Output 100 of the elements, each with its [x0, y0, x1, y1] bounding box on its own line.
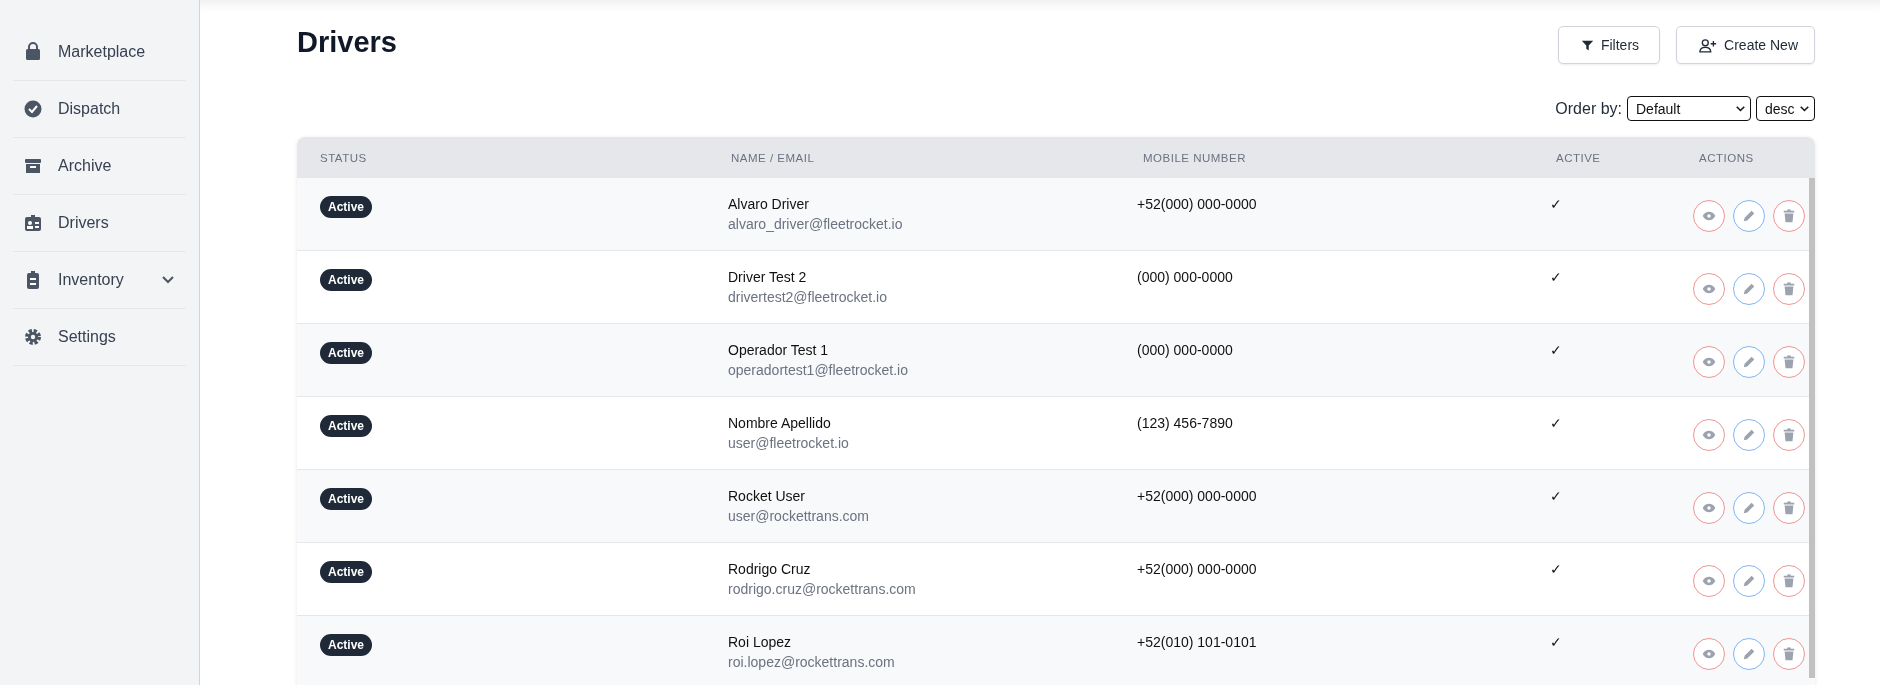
trash-icon — [1782, 574, 1796, 588]
edit-button[interactable] — [1733, 346, 1765, 378]
driver-name: Nombre Apellido — [728, 415, 831, 431]
scrollbar[interactable] — [1809, 178, 1815, 678]
edit-button[interactable] — [1733, 492, 1765, 524]
page-title: Drivers — [297, 26, 397, 59]
column-header: MOBILE NUMBER — [1142, 151, 1247, 164]
view-button[interactable] — [1693, 200, 1725, 232]
status-badge: Active — [320, 561, 373, 583]
mobile-number: (000) 000-0000 — [1137, 342, 1233, 358]
delete-button[interactable] — [1773, 419, 1805, 451]
pencil-icon — [1742, 282, 1756, 296]
pencil-icon — [1742, 209, 1756, 223]
trash-icon — [1782, 209, 1796, 223]
delete-button[interactable] — [1773, 638, 1805, 670]
archive-icon — [23, 156, 43, 176]
eye-icon — [1702, 355, 1716, 369]
active-checkmark: ✓ — [1550, 561, 1562, 577]
mobile-number: +52(010) 101-0101 — [1137, 634, 1257, 650]
driver-name: Rodrigo Cruz — [728, 561, 811, 577]
driver-email: user@rockettrans.com — [728, 508, 870, 524]
pencil-icon — [1742, 574, 1756, 588]
order-field-select[interactable]: Default — [1627, 96, 1751, 121]
view-button[interactable] — [1693, 419, 1725, 451]
active-checkmark: ✓ — [1550, 415, 1562, 431]
trash-icon — [1782, 282, 1796, 296]
active-checkmark: ✓ — [1550, 488, 1562, 504]
nav-item[interactable]: Drivers — [13, 195, 186, 252]
active-checkmark: ✓ — [1550, 269, 1562, 285]
delete-button[interactable] — [1773, 565, 1805, 597]
view-button[interactable] — [1693, 346, 1725, 378]
funnel-icon — [1580, 38, 1594, 52]
id-card-icon — [23, 213, 43, 233]
column-header: ACTIONS — [1699, 151, 1755, 164]
edit-button[interactable] — [1733, 200, 1765, 232]
nav-item[interactable]: Marketplace — [13, 24, 186, 81]
status-badge: Active — [320, 196, 373, 218]
check-circle-icon — [23, 99, 43, 119]
pencil-icon — [1742, 428, 1756, 442]
eye-icon — [1702, 647, 1716, 661]
driver-email: rodrigo.cruz@rockettrans.com — [728, 581, 916, 597]
nav-item[interactable]: Settings — [13, 309, 186, 366]
status-badge: Active — [320, 269, 373, 291]
delete-button[interactable] — [1773, 492, 1805, 524]
view-button[interactable] — [1693, 492, 1725, 524]
driver-name: Alvaro Driver — [728, 196, 809, 212]
mobile-number: +52(000) 000-0000 — [1137, 488, 1257, 504]
status-badge: Active — [320, 634, 373, 656]
driver-email: user@fleetrocket.io — [728, 435, 849, 451]
trash-icon — [1782, 647, 1796, 661]
column-header: STATUS — [319, 151, 368, 164]
active-checkmark: ✓ — [1550, 196, 1562, 212]
nav-item[interactable]: Archive — [13, 138, 186, 195]
eye-icon — [1702, 428, 1716, 442]
delete-button[interactable] — [1773, 346, 1805, 378]
mobile-number: +52(000) 000-0000 — [1137, 196, 1257, 212]
pencil-icon — [1742, 355, 1756, 369]
driver-email: drivertest2@fleetrocket.io — [728, 289, 887, 305]
driver-name: Driver Test 2 — [728, 269, 807, 285]
driver-email: roi.lopez@rockettrans.com — [728, 654, 895, 670]
order-direction-select[interactable]: desc — [1756, 96, 1815, 121]
chevron-down-icon — [1800, 105, 1809, 112]
mobile-number: (000) 000-0000 — [1137, 269, 1233, 285]
trash-icon — [1782, 501, 1796, 515]
trash-icon — [1782, 355, 1796, 369]
eye-icon — [1702, 501, 1716, 515]
eye-icon — [1702, 209, 1716, 223]
trash-icon — [1782, 428, 1796, 442]
view-button[interactable] — [1693, 638, 1725, 670]
delete-button[interactable] — [1773, 200, 1805, 232]
nav-item[interactable]: Inventory — [13, 252, 186, 309]
edit-button[interactable] — [1733, 419, 1765, 451]
pencil-icon — [1742, 647, 1756, 661]
mobile-number: +52(000) 000-0000 — [1137, 561, 1257, 577]
status-badge: Active — [320, 342, 373, 364]
order-by-label: Order by: — [1555, 99, 1622, 118]
active-checkmark: ✓ — [1550, 342, 1562, 358]
user-plus-icon — [1699, 37, 1718, 53]
column-header: ACTIVE — [1556, 151, 1602, 164]
view-button[interactable] — [1693, 565, 1725, 597]
chevron-down-icon — [162, 276, 174, 284]
chevron-down-icon — [1736, 105, 1745, 112]
pencil-icon — [1742, 501, 1756, 515]
edit-button[interactable] — [1733, 638, 1765, 670]
driver-name: Rocket User — [728, 488, 806, 504]
filters-button[interactable]: Filters — [1557, 26, 1661, 64]
status-badge: Active — [320, 415, 373, 437]
create-new-button[interactable]: Create New — [1676, 26, 1815, 64]
driver-email: alvaro_driver@fleetrocket.io — [728, 216, 903, 232]
view-button[interactable] — [1693, 273, 1725, 305]
status-badge: Active — [320, 488, 373, 510]
delete-button[interactable] — [1773, 273, 1805, 305]
active-checkmark: ✓ — [1550, 634, 1562, 650]
driver-name: Operador Test 1 — [728, 342, 829, 358]
mobile-number: (123) 456-7890 — [1137, 415, 1233, 431]
edit-button[interactable] — [1733, 565, 1765, 597]
nav-item[interactable]: Dispatch — [13, 81, 186, 138]
eye-icon — [1702, 282, 1716, 296]
driver-email: operadortest1@fleetrocket.io — [728, 362, 908, 378]
edit-button[interactable] — [1733, 273, 1765, 305]
